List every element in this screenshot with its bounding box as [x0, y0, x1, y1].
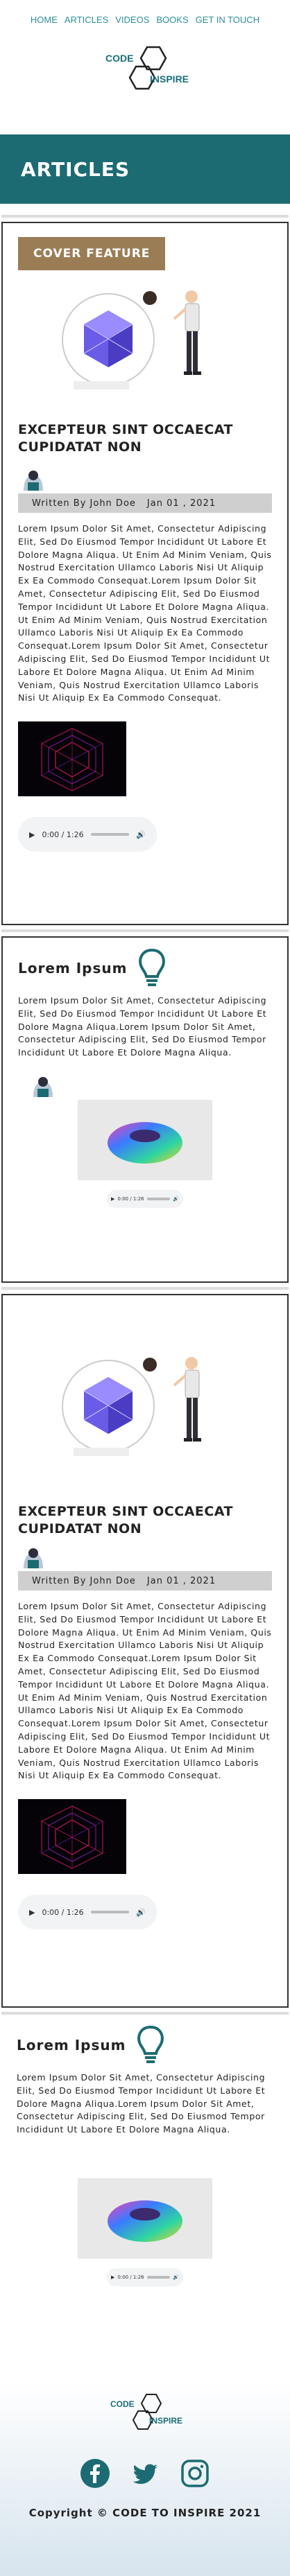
- article-meta-bar: Written By John Doe Jan 01 , 2021: [18, 1571, 272, 1591]
- logo-hexagons-icon: [132, 2394, 162, 2430]
- article-date: Jan 01 , 2021: [146, 1575, 216, 1586]
- feature-illustration: [18, 270, 272, 409]
- lorem-ipsum-card: Lorem Ipsum Lorem Ipsum Dolor Sit Amet, …: [1, 2024, 289, 2378]
- logo-hexagons-icon: [128, 46, 167, 90]
- author-avatar: [18, 1545, 272, 1571]
- audio-seek-bar[interactable]: [90, 1911, 130, 1914]
- cover-feature-badge: COVER FEATURE: [18, 237, 166, 270]
- lightbulb-icon: [137, 2025, 164, 2063]
- logo-inspire-text: INSPIRE: [149, 2416, 183, 2426]
- side-audio-player[interactable]: ▶ 0:00 / 1:26 🔊: [107, 1189, 183, 1208]
- lorem-heading-row: Lorem Ipsum: [18, 947, 272, 989]
- nav-home[interactable]: HOME: [31, 15, 58, 25]
- logo-inspire-text: INSPIRE: [150, 73, 189, 85]
- article-meta-bar: Written By John Doe Jan 01 , 2021: [18, 493, 272, 513]
- audio-player[interactable]: ▶ 0:00 / 1:26 🔊: [18, 1895, 157, 1930]
- lorem-title: Lorem Ipsum: [18, 960, 128, 976]
- feature-illustration: [18, 1337, 272, 1475]
- volume-icon[interactable]: 🔊: [136, 830, 146, 839]
- wireframe-cube-image: [18, 1799, 126, 1875]
- lorem-ipsum-card: Lorem Ipsum Lorem Ipsum Dolor Sit Amet, …: [1, 936, 289, 1283]
- article-date: Jan 01 , 2021: [146, 498, 216, 509]
- nav-articles[interactable]: ARTICLES: [65, 15, 108, 25]
- site-logo[interactable]: CODE INSPIRE: [0, 39, 290, 100]
- audio-seek-bar[interactable]: [146, 1197, 171, 1200]
- social-links: [0, 2458, 290, 2489]
- side-avatar: [28, 1074, 272, 1100]
- cube-illustration-icon: [62, 290, 201, 389]
- articles-banner: ARTICLES: [0, 134, 290, 204]
- article-author: Written By John Doe: [32, 1575, 136, 1586]
- feature-title: EXCEPTEUR SINT OCCAECAT CUPIDATAT NON: [18, 1504, 233, 1536]
- nav-get-in-touch[interactable]: GET IN TOUCH: [196, 15, 259, 25]
- audio-time: 0:00 / 1:26: [42, 1907, 84, 1917]
- audio-time: 0:00 / 1:26: [117, 1195, 144, 1202]
- logo-code-text: CODE: [110, 2399, 135, 2409]
- instagram-icon[interactable]: [180, 2458, 210, 2489]
- page-title: ARTICLES: [21, 157, 130, 181]
- author-avatar-icon: [24, 471, 43, 491]
- author-avatar-icon: [24, 1548, 43, 1568]
- facebook-icon[interactable]: [80, 2458, 110, 2489]
- footer-logo[interactable]: CODE INSPIRE: [0, 2382, 290, 2437]
- volume-icon[interactable]: 🔊: [173, 2275, 179, 2280]
- play-icon[interactable]: ▶: [29, 1908, 35, 1917]
- lorem-body: Lorem Ipsum Dolor Sit Amet, Consectetur …: [18, 995, 267, 1058]
- feature-article-card: EXCEPTEUR SINT OCCAECAT CUPIDATAT NON Wr…: [1, 1294, 289, 2008]
- lorem-title: Lorem Ipsum: [17, 2037, 126, 2053]
- author-avatar: [18, 467, 272, 493]
- copyright-icon: ©: [96, 2507, 108, 2519]
- article-author: Written By John Doe: [32, 498, 136, 509]
- feature-title: EXCEPTEUR SINT OCCAECAT CUPIDATAT NON: [18, 422, 233, 455]
- lorem-body: Lorem Ipsum Dolor Sit Amet, Consectetur …: [17, 2072, 266, 2135]
- volume-icon[interactable]: 🔊: [173, 1196, 179, 1202]
- torus-icon: [108, 1121, 182, 1164]
- divider: [1, 1287, 289, 1290]
- divider: [1, 215, 289, 218]
- copyright-line: Copyright © CODE TO INSPIRE 2021: [0, 2507, 290, 2519]
- wireframe-cube-icon: [41, 1805, 103, 1869]
- lightbulb-icon: [139, 948, 166, 986]
- divider: [1, 2012, 289, 2015]
- play-icon[interactable]: ▶: [29, 830, 35, 839]
- article-body: Lorem Ipsum Dolor Sit Amet, Consectetur …: [18, 1601, 272, 1781]
- top-nav: HOME ARTICLES VIDEOS BOOKS GET IN TOUCH: [0, 0, 290, 39]
- lorem-heading-row: Lorem Ipsum: [17, 2024, 273, 2066]
- audio-player[interactable]: ▶ 0:00 / 1:26 🔊: [18, 817, 157, 852]
- side-audio-player[interactable]: ▶ 0:00 / 1:26 🔊: [107, 2268, 183, 2286]
- twitter-icon[interactable]: [130, 2458, 160, 2489]
- audio-seek-bar[interactable]: [146, 2275, 171, 2279]
- audio-seek-bar[interactable]: [90, 833, 130, 836]
- torus-icon: [108, 2200, 182, 2242]
- cube-illustration-icon: [62, 1357, 201, 1456]
- volume-icon[interactable]: 🔊: [136, 1908, 146, 1917]
- play-icon[interactable]: ▶: [111, 1196, 114, 1202]
- article-body: Lorem Ipsum Dolor Sit Amet, Consectetur …: [18, 523, 272, 703]
- nav-books[interactable]: BOOKS: [156, 15, 188, 25]
- divider: [1, 929, 289, 932]
- site-footer: CODE INSPIRE Copyright © CODE TO INSPIRE…: [0, 2382, 290, 2576]
- wireframe-cube-image: [18, 721, 126, 797]
- audio-time: 0:00 / 1:26: [117, 2274, 144, 2280]
- torus-render-image: [78, 1099, 212, 1180]
- logo-code-text: CODE: [105, 53, 134, 64]
- author-avatar-icon: [33, 1076, 53, 1097]
- torus-render-image: [78, 2178, 212, 2259]
- feature-article-card: COVER FEATURE EXCEPTEUR SINT OCCAECAT CU…: [1, 222, 289, 925]
- copyright-prefix: Copyright: [28, 2507, 93, 2519]
- nav-videos[interactable]: VIDEOS: [115, 15, 149, 25]
- copyright-text: CODE TO INSPIRE 2021: [112, 2507, 262, 2519]
- audio-time: 0:00 / 1:26: [42, 830, 84, 839]
- wireframe-cube-icon: [41, 728, 103, 791]
- play-icon[interactable]: ▶: [111, 2275, 114, 2280]
